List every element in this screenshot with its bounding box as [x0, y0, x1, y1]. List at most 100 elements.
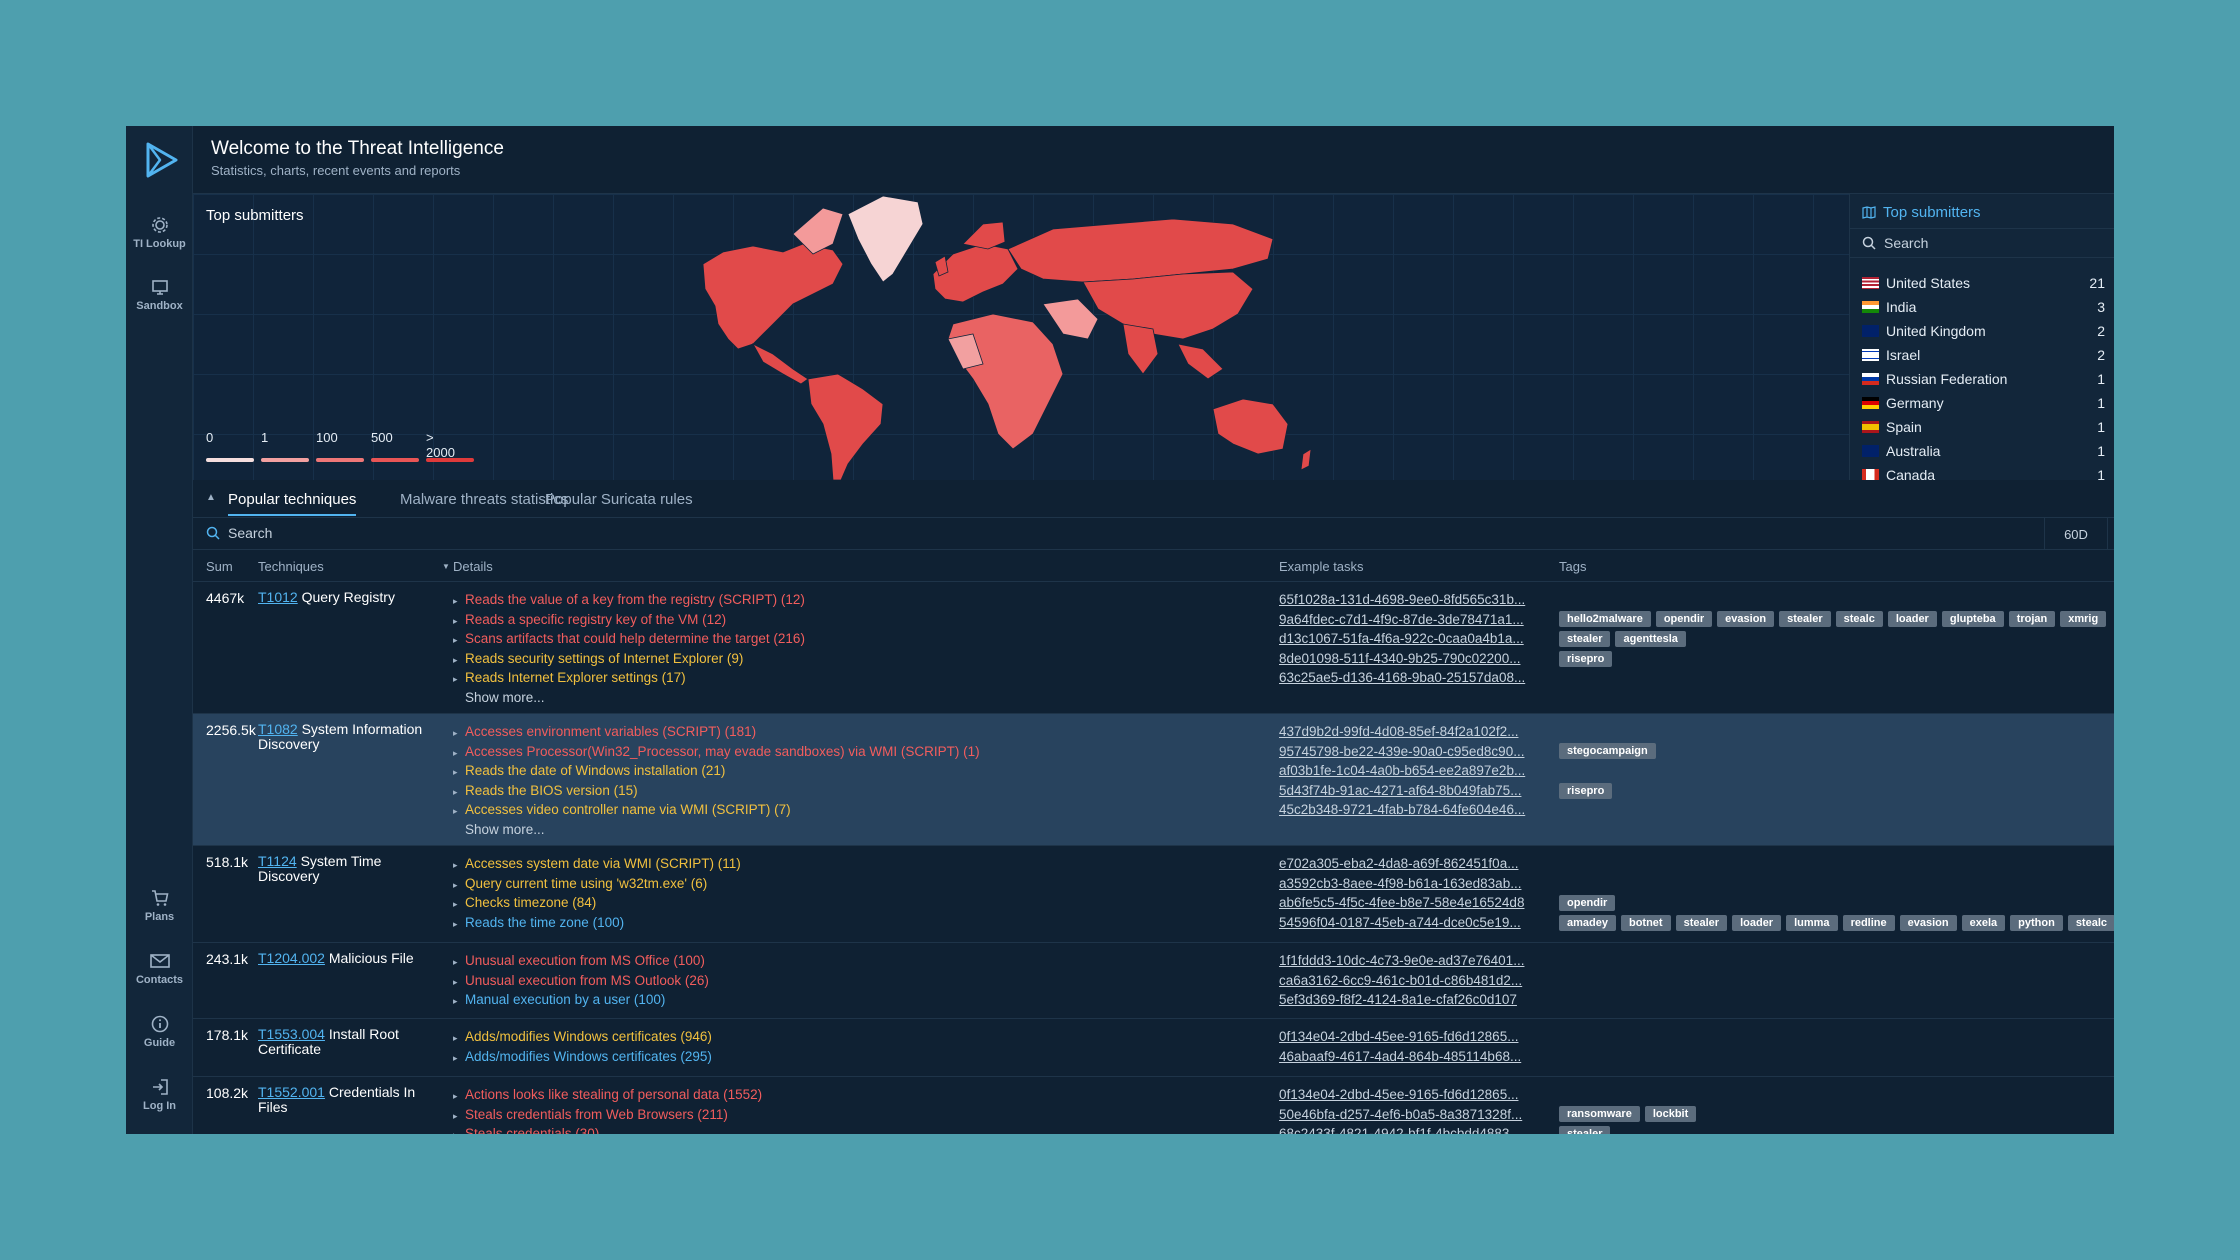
nav-sandbox[interactable]: Sandbox: [126, 278, 193, 312]
tag-badge[interactable]: redline: [1842, 914, 1895, 931]
nav-login[interactable]: Log In: [126, 1078, 193, 1112]
region-asia[interactable]: [1082, 271, 1254, 340]
task-link[interactable]: 63c25ae5-d136-4168-9ba0-25157da08...: [1279, 668, 1549, 688]
submitter-row[interactable]: Australia 1: [1862, 439, 2114, 463]
submitter-row[interactable]: Spain 1: [1862, 415, 2114, 439]
tag-badge[interactable]: stealer: [1559, 1125, 1611, 1134]
tag-badge[interactable]: python: [2010, 914, 2063, 931]
technique-id-link[interactable]: T1204.002: [258, 950, 325, 966]
task-link[interactable]: 95745798-be22-439e-90a0-c95ed8c90...: [1279, 742, 1549, 762]
detail-item[interactable]: ▸ Checks timezone (84): [453, 893, 1013, 913]
nav-ti-lookup[interactable]: TI Lookup: [126, 216, 193, 250]
region-north-america[interactable]: [702, 243, 844, 350]
expand-arrow-icon[interactable]: ▸: [453, 895, 459, 915]
task-link[interactable]: 437d9b2d-99fd-4d08-85ef-84f2a102f2...: [1279, 722, 1549, 742]
region-india[interactable]: [1122, 323, 1159, 375]
detail-item[interactable]: ▸ Accesses system date via WMI (SCRIPT) (…: [453, 854, 1013, 874]
logo-icon[interactable]: [138, 138, 182, 182]
tag-badge[interactable]: evasion: [1899, 914, 1957, 931]
submitters-search[interactable]: Search: [1850, 228, 2114, 258]
tag-badge[interactable]: opendir: [1559, 894, 1616, 911]
region-central-america[interactable]: [752, 343, 809, 385]
submitter-row[interactable]: United Kingdom 2: [1862, 319, 2114, 343]
detail-item[interactable]: ▸ Reads the time zone (100): [453, 913, 1013, 933]
detail-item[interactable]: ▸ Reads a specific registry key of the VM…: [453, 610, 1013, 630]
detail-item[interactable]: ▸ Adds/modifies Windows certificates (295…: [453, 1047, 1013, 1067]
tag-badge[interactable]: trojan: [2008, 611, 2056, 628]
table-search-input[interactable]: Search: [206, 525, 272, 541]
tag-badge[interactable]: stealc: [1835, 611, 1883, 628]
expand-arrow-icon[interactable]: ▸: [453, 992, 459, 1012]
tag-badge[interactable]: stegocampaign: [1559, 743, 1656, 760]
task-link[interactable]: 0f134e04-2dbd-45ee-9165-fd6d12865...: [1279, 1085, 1549, 1105]
task-link[interactable]: 0f134e04-2dbd-45ee-9165-fd6d12865...: [1279, 1027, 1549, 1047]
show-more-link[interactable]: Show more...: [453, 688, 1013, 708]
collapse-caret-icon[interactable]: ▲: [206, 492, 216, 503]
technique-id-link[interactable]: T1124: [258, 853, 297, 869]
tag-badge[interactable]: hello2malware: [1559, 611, 1651, 628]
submitter-row[interactable]: United States 21: [1862, 271, 2114, 295]
detail-item[interactable]: ▸ Steals credentials (30): [453, 1124, 1013, 1134]
detail-item[interactable]: ▸ Unusual execution from MS Office (100): [453, 951, 1013, 971]
tag-badge[interactable]: opendir: [1655, 611, 1713, 628]
tag-badge[interactable]: botnet: [1620, 914, 1671, 931]
tag-badge[interactable]: exela: [1961, 914, 2006, 931]
task-link[interactable]: d13c1067-51fa-4f6a-922c-0caa0a4b1a...: [1279, 629, 1549, 649]
tab-suricata-rules[interactable]: Popular Suricata rules: [545, 491, 693, 508]
tag-badge[interactable]: stealc: [2067, 914, 2114, 931]
expand-arrow-icon[interactable]: ▸: [453, 915, 459, 935]
expand-arrow-icon[interactable]: ▸: [453, 670, 459, 690]
table-row[interactable]: 2256.5k T1082 System Information Discover…: [193, 714, 2114, 846]
submitter-row[interactable]: Israel 2: [1862, 343, 2114, 367]
tab-popular-techniques[interactable]: Popular techniques: [228, 491, 357, 516]
task-link[interactable]: 46abaaf9-4617-4ad4-864b-485114b68...: [1279, 1047, 1549, 1067]
tag-badge[interactable]: stealer: [1559, 630, 1611, 647]
expand-arrow-icon[interactable]: ▸: [453, 802, 459, 822]
detail-item[interactable]: ▸ Adds/modifies Windows certificates (946…: [453, 1027, 1013, 1047]
table-row[interactable]: 178.1k T1553.004 Install Root Certificate…: [193, 1019, 2114, 1077]
col-example-tasks[interactable]: Example tasks: [1279, 559, 1364, 574]
region-southeast-asia[interactable]: [1177, 343, 1224, 380]
col-tags[interactable]: Tags: [1559, 559, 1586, 574]
expand-arrow-icon[interactable]: ▸: [453, 592, 459, 612]
task-link[interactable]: a3592cb3-8aee-4f98-b61a-163ed83ab...: [1279, 874, 1549, 894]
tag-badge[interactable]: amadey: [1559, 914, 1616, 931]
tag-badge[interactable]: lockbit: [1644, 1106, 1697, 1123]
col-details[interactable]: Details: [453, 559, 493, 574]
technique-id-link[interactable]: T1012: [258, 589, 298, 605]
table-row[interactable]: 108.2k T1552.001 Credentials In Files ▸ Act…: [193, 1077, 2114, 1134]
detail-item[interactable]: ▸ Scans artifacts that could help determi…: [453, 629, 1013, 649]
task-link[interactable]: af03b1fe-1c04-4a0b-b654-ee2a897e2b...: [1279, 761, 1549, 781]
tag-badge[interactable]: ransomware: [1559, 1106, 1640, 1123]
task-link[interactable]: 1f1fddd3-10dc-4c73-9e0e-ad37e76401...: [1279, 951, 1549, 971]
region-scandinavia[interactable]: [962, 221, 1006, 250]
detail-item[interactable]: ▸ Reads Internet Explorer settings (17): [453, 668, 1013, 688]
tag-badge[interactable]: evasion: [1717, 611, 1775, 628]
detail-item[interactable]: ▸ Reads the value of a key from the regis…: [453, 590, 1013, 610]
tag-badge[interactable]: glupteba: [1941, 611, 2004, 628]
tag-badge[interactable]: stealer: [1779, 611, 1831, 628]
submitter-row[interactable]: India 3: [1862, 295, 2114, 319]
detail-item[interactable]: ▸ Reads the BIOS version (15): [453, 781, 1013, 801]
nav-plans[interactable]: Plans: [126, 889, 193, 923]
detail-item[interactable]: ▸ Accesses environment variables (SCRIPT)…: [453, 722, 1013, 742]
region-south-america[interactable]: [807, 373, 884, 480]
detail-item[interactable]: ▸ Query current time using 'w32tm.exe' (6…: [453, 874, 1013, 894]
task-link[interactable]: 8de01098-511f-4340-9b25-790c02200...: [1279, 649, 1549, 669]
tag-badge[interactable]: stealer: [1675, 914, 1728, 931]
tag-badge[interactable]: xmrig: [2060, 611, 2107, 628]
region-new-zealand[interactable]: [1300, 448, 1312, 471]
nav-contacts[interactable]: Contacts: [126, 952, 193, 986]
region-middle-east[interactable]: [1042, 298, 1099, 340]
task-link[interactable]: 5d43f74b-91ac-4271-af64-8b049fab75...: [1279, 781, 1549, 801]
expand-arrow-icon[interactable]: ▸: [453, 1029, 459, 1049]
task-link[interactable]: 54596f04-0187-45eb-a744-dce0c5e19...: [1279, 913, 1549, 933]
tag-badge[interactable]: agenttesla: [1615, 630, 1686, 647]
expand-arrow-icon[interactable]: ▸: [453, 724, 459, 744]
col-techniques[interactable]: Techniques: [258, 559, 324, 574]
expand-arrow-icon[interactable]: ▸: [453, 953, 459, 973]
sort-desc-icon[interactable]: ▼: [442, 562, 450, 571]
detail-item[interactable]: ▸ Steals credentials from Web Browsers (2…: [453, 1105, 1013, 1125]
task-link[interactable]: 68c2433f-4821-4942-bf1f-4bcbdd4883...: [1279, 1124, 1549, 1134]
detail-item[interactable]: ▸ Reads the date of Windows installation …: [453, 761, 1013, 781]
